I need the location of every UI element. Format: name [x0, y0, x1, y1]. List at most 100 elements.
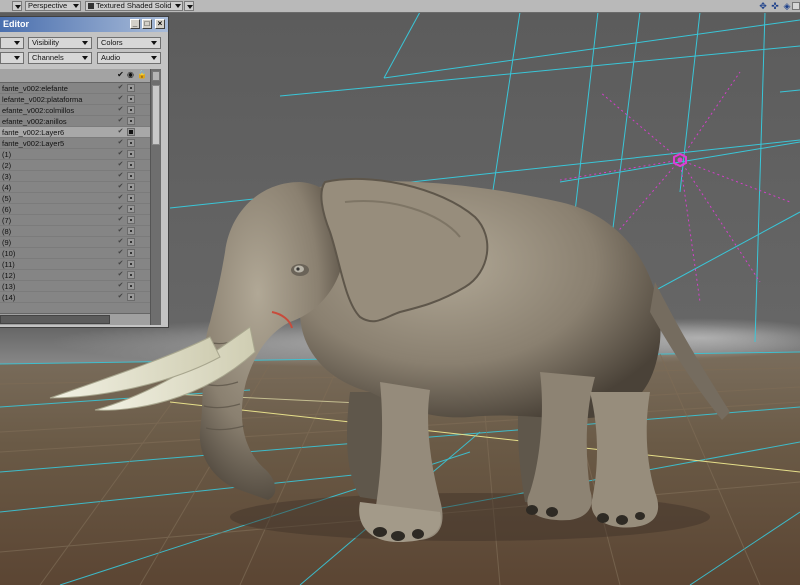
list-item[interactable]: (4) ✔ — [0, 182, 150, 193]
visibility-toggle[interactable] — [127, 128, 135, 136]
visibility-toggle[interactable] — [127, 249, 135, 257]
zoom-view-icon[interactable]: ◈ — [782, 1, 792, 11]
visibility-toggle[interactable] — [127, 183, 135, 191]
visibility-toggle[interactable] — [127, 161, 135, 169]
visibility-toggle[interactable] — [127, 139, 135, 147]
left-dropdown-bottom[interactable] — [0, 52, 24, 64]
check-icon[interactable]: ✔ — [116, 194, 125, 202]
list-item-label: (11) — [2, 260, 15, 269]
list-item[interactable]: lefante_v002:plataforma ✔ — [0, 94, 150, 105]
check-icon[interactable]: ✔ — [116, 293, 125, 301]
list-item[interactable]: (14) ✔ — [0, 292, 150, 303]
list-item-label: lefante_v002:plataforma — [2, 95, 83, 104]
rotate-view-icon[interactable]: ✜ — [770, 1, 780, 11]
list-item-label: (4) — [2, 183, 12, 192]
visibility-toggle[interactable] — [127, 238, 135, 246]
visibility-toggle[interactable] — [127, 106, 135, 114]
check-icon[interactable]: ✔ — [116, 238, 125, 246]
check-icon[interactable]: ✔ — [116, 117, 125, 125]
vertical-scrollbar[interactable] — [150, 69, 161, 325]
close-button[interactable]: × — [155, 19, 165, 29]
check-icon[interactable]: ✔ — [116, 84, 125, 92]
panel-titlebar[interactable]: Editor _ □ × — [0, 17, 168, 32]
visibility-toggle[interactable] — [127, 227, 135, 235]
view-mode-dropdown[interactable]: Perspective — [25, 1, 81, 11]
minimize-button[interactable]: _ — [130, 19, 140, 29]
render-options-dropdown[interactable] — [184, 1, 194, 11]
list-item[interactable]: (2) ✔ — [0, 160, 150, 171]
check-icon[interactable]: ✔ — [116, 205, 125, 213]
visibility-toggle[interactable] — [127, 194, 135, 202]
check-icon[interactable]: ✔ — [116, 139, 125, 147]
audio-dropdown[interactable]: Audio — [97, 52, 161, 64]
list-item[interactable]: (1) ✔ — [0, 149, 150, 160]
list-item[interactable]: efante_v002:anillos ✔ — [0, 116, 150, 127]
chevron-down-icon — [14, 56, 20, 60]
visibility-toggle[interactable] — [127, 260, 135, 268]
channels-dropdown[interactable]: Channels — [28, 52, 92, 64]
list-item[interactable]: (13) ✔ — [0, 281, 150, 292]
list-item-label: (8) — [2, 227, 12, 236]
panel-title: Editor — [3, 19, 29, 29]
list-item[interactable]: fante_v002:Layer5 ✔ — [0, 138, 150, 149]
check-icon[interactable]: ✔ — [116, 271, 125, 279]
vertical-scroll-thumb[interactable] — [152, 85, 160, 145]
list-item[interactable]: (12) ✔ — [0, 270, 150, 281]
check-icon[interactable]: ✔ — [116, 216, 125, 224]
visibility-toggle[interactable] — [127, 84, 135, 92]
render-mode-dropdown[interactable]: Textured Shaded Solid — [85, 1, 183, 11]
check-icon[interactable]: ✔ — [116, 161, 125, 169]
left-dropdown-top[interactable] — [0, 37, 24, 49]
check-icon[interactable]: ✔ — [116, 150, 125, 158]
visibility-toggle[interactable] — [127, 293, 135, 301]
visibility-toggle[interactable] — [127, 95, 135, 103]
maximize-viewport-button[interactable] — [792, 2, 800, 10]
visibility-toggle[interactable] — [127, 271, 135, 279]
visibility-dropdown[interactable]: Visibility — [28, 37, 92, 49]
maximize-button[interactable]: □ — [142, 19, 152, 29]
visibility-toggle[interactable] — [127, 282, 135, 290]
toolbar-prev-dropdown[interactable] — [12, 1, 22, 11]
channels-label: Channels — [32, 53, 64, 62]
list-item[interactable]: (7) ✔ — [0, 215, 150, 226]
check-icon[interactable]: ✔ — [116, 70, 125, 80]
list-item[interactable]: fante_v002:Layer6 ✔ — [0, 127, 150, 138]
check-icon[interactable]: ✔ — [116, 106, 125, 114]
chevron-down-icon — [175, 4, 181, 8]
check-icon[interactable]: ✔ — [116, 95, 125, 103]
check-icon[interactable]: ✔ — [116, 260, 125, 268]
list-item[interactable]: (5) ✔ — [0, 193, 150, 204]
chevron-down-icon — [151, 41, 157, 45]
check-icon[interactable]: ✔ — [116, 282, 125, 290]
visibility-toggle[interactable] — [127, 216, 135, 224]
check-icon[interactable]: ✔ — [116, 172, 125, 180]
check-icon[interactable]: ✔ — [116, 183, 125, 191]
eye-icon[interactable]: ◉ — [126, 70, 135, 80]
check-icon[interactable]: ✔ — [116, 249, 125, 257]
visibility-toggle[interactable] — [127, 117, 135, 125]
move-view-icon[interactable]: ✥ — [758, 1, 768, 11]
list-item[interactable]: efante_v002:colmillos ✔ — [0, 105, 150, 116]
list-item-label: (2) — [2, 161, 12, 170]
list-item[interactable]: (3) ✔ — [0, 171, 150, 182]
horizontal-scroll-thumb[interactable] — [0, 315, 110, 324]
list-item-label: fante_v002:Layer6 — [2, 128, 65, 137]
list-item[interactable]: (10) ✔ — [0, 248, 150, 259]
check-icon[interactable]: ✔ — [116, 227, 125, 235]
scene-editor-panel: Editor _ □ × Visibility Colors Channels … — [0, 16, 169, 328]
scroll-up-button[interactable] — [152, 71, 160, 81]
list-item[interactable]: (8) ✔ — [0, 226, 150, 237]
list-item[interactable]: (9) ✔ — [0, 237, 150, 248]
list-item[interactable]: (11) ✔ — [0, 259, 150, 270]
list-item[interactable]: (6) ✔ — [0, 204, 150, 215]
lock-icon[interactable]: 🔒 — [137, 70, 147, 80]
visibility-toggle[interactable] — [127, 150, 135, 158]
list-item[interactable]: fante_v002:elefante ✔ — [0, 83, 150, 94]
horizontal-scrollbar[interactable] — [0, 313, 150, 325]
visibility-toggle[interactable] — [127, 205, 135, 213]
colors-label: Colors — [101, 38, 123, 47]
check-icon[interactable]: ✔ — [116, 128, 125, 136]
colors-dropdown[interactable]: Colors — [97, 37, 161, 49]
visibility-toggle[interactable] — [127, 172, 135, 180]
viewport-toolbar: Perspective Textured Shaded Solid ✥ ✜ ◈ — [0, 0, 800, 13]
